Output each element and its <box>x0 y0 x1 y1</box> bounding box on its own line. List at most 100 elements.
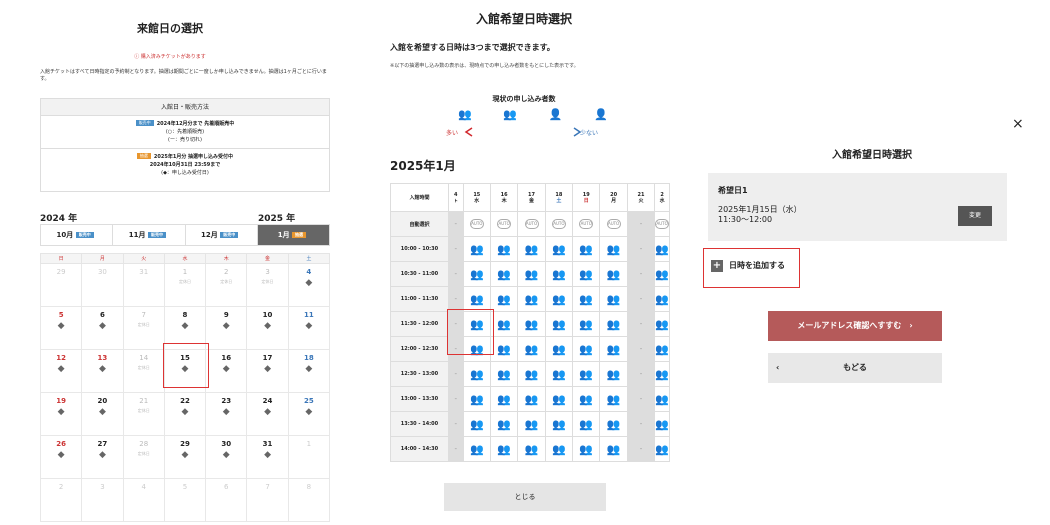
crowd-many-icon[interactable]: 👥 <box>654 236 670 262</box>
crowd-some-icon[interactable]: 👥 <box>462 361 491 387</box>
crowd-many-icon[interactable]: 👥 <box>572 286 601 312</box>
auto-select-cell[interactable]: AUTO <box>462 211 491 237</box>
crowd-some-icon[interactable]: 👥 <box>599 336 628 362</box>
crowd-some-icon[interactable]: 👥 <box>462 436 491 462</box>
crowd-many-icon[interactable]: 👥 <box>544 386 574 412</box>
crowd-some-icon[interactable]: 👥 <box>599 411 628 437</box>
month-tab-active[interactable]: 1月 抽選 <box>257 225 329 245</box>
crowd-many-icon[interactable]: 👥 <box>517 286 546 312</box>
crowd-some-icon[interactable]: 👥 <box>572 436 601 462</box>
crowd-many-icon[interactable]: 👥 <box>544 261 574 287</box>
month-tab[interactable]: 12月 販売中 <box>186 225 258 245</box>
crowd-many-icon[interactable]: 👥 <box>572 361 601 387</box>
crowd-some-icon[interactable]: 👥 <box>544 411 574 437</box>
crowd-many-icon[interactable]: 👥 <box>517 311 546 337</box>
crowd-some-icon[interactable]: 👥 <box>517 411 546 437</box>
crowd-many-icon[interactable]: 👥 <box>517 336 546 362</box>
calendar-day[interactable]: 13 ◆ <box>81 349 124 393</box>
calendar-day[interactable]: 22 ◆ <box>163 392 207 436</box>
crowd-some-icon[interactable]: 👥 <box>599 436 628 462</box>
crowd-some-icon[interactable]: 👥 <box>654 411 670 437</box>
crowd-some-icon[interactable]: 👥 <box>462 411 491 437</box>
crowd-some-icon[interactable]: 👥 <box>654 361 670 387</box>
crowd-many-icon[interactable]: 👥 <box>489 286 519 312</box>
crowd-some-icon[interactable]: 👥 <box>517 361 546 387</box>
crowd-many-icon[interactable]: 👥 <box>489 311 519 337</box>
crowd-many-icon[interactable]: 👥 <box>572 236 601 262</box>
crowd-some-icon[interactable]: 👥 <box>544 436 574 462</box>
calendar-day[interactable]: 23 ◆ <box>205 392 248 436</box>
calendar-day[interactable]: 12 ◆ <box>39 349 83 393</box>
calendar-day[interactable]: 9 ◆ <box>205 306 248 350</box>
month-tab[interactable]: 10月 販売中 <box>41 225 114 245</box>
crowd-many-icon[interactable]: 👥 <box>654 311 670 337</box>
crowd-many-icon[interactable]: 👥 <box>517 386 546 412</box>
crowd-many-icon[interactable]: 👥 <box>462 261 491 287</box>
crowd-many-icon[interactable]: 👥 <box>654 286 670 312</box>
calendar-day[interactable]: 18 ◆ <box>287 349 331 393</box>
crowd-some-icon[interactable]: 👥 <box>654 386 670 412</box>
calendar-day[interactable]: 27 ◆ <box>81 435 124 479</box>
calendar-day[interactable]: 17 ◆ <box>246 349 289 393</box>
crowd-some-icon[interactable]: 👥 <box>489 386 519 412</box>
calendar-day[interactable]: 31 ◆ <box>246 435 289 479</box>
calendar-day[interactable]: 19 ◆ <box>39 392 83 436</box>
crowd-many-icon[interactable]: 👥 <box>462 286 491 312</box>
crowd-some-icon[interactable]: 👥 <box>489 411 519 437</box>
auto-select-cell[interactable]: AUTO <box>654 211 670 237</box>
crowd-many-icon[interactable]: 👥 <box>517 236 546 262</box>
auto-select-cell[interactable]: AUTO <box>599 211 628 237</box>
close-button[interactable]: とじる <box>444 483 606 511</box>
crowd-many-icon[interactable]: 👥 <box>572 311 601 337</box>
crowd-many-icon[interactable]: 👥 <box>572 261 601 287</box>
crowd-many-icon[interactable]: 👥 <box>654 261 670 287</box>
auto-select-cell[interactable]: AUTO <box>544 211 574 237</box>
crowd-some-icon[interactable]: 👥 <box>654 336 670 362</box>
calendar-day[interactable]: 25 ◆ <box>287 392 331 436</box>
calendar-day[interactable]: 29 ◆ <box>163 435 207 479</box>
purchased-ticket-warning[interactable]: ⓘ 購入済みチケットがあります <box>0 53 340 60</box>
crowd-many-icon[interactable]: 👥 <box>572 411 601 437</box>
crowd-many-icon[interactable]: 👥 <box>517 261 546 287</box>
crowd-many-icon[interactable]: 👥 <box>544 336 574 362</box>
close-icon[interactable]: × <box>1012 116 1024 132</box>
crowd-many-icon[interactable]: 👥 <box>544 311 574 337</box>
crowd-some-icon[interactable]: 👥 <box>599 361 628 387</box>
crowd-some-icon[interactable]: 👥 <box>462 386 491 412</box>
crowd-some-icon[interactable]: 👥 <box>489 436 519 462</box>
crowd-many-icon[interactable]: 👥 <box>572 386 601 412</box>
crowd-many-icon[interactable]: 👥 <box>599 261 628 287</box>
crowd-many-icon[interactable]: 👥 <box>599 236 628 262</box>
auto-select-cell[interactable]: AUTO <box>572 211 601 237</box>
crowd-some-icon[interactable]: 👥 <box>489 361 519 387</box>
back-button[interactable]: ‹ もどる <box>768 353 942 383</box>
crowd-many-icon[interactable]: 👥 <box>599 286 628 312</box>
month-tab[interactable]: 11月 販売中 <box>113 225 186 245</box>
calendar-day[interactable]: 10 ◆ <box>246 306 289 350</box>
crowd-many-icon[interactable]: 👥 <box>544 361 574 387</box>
crowd-some-icon[interactable]: 👥 <box>654 436 670 462</box>
crowd-some-icon[interactable]: 👥 <box>489 336 519 362</box>
calendar-day[interactable]: 6 ◆ <box>81 306 124 350</box>
calendar-day[interactable]: 20 ◆ <box>81 392 124 436</box>
calendar-day[interactable]: 26 ◆ <box>39 435 83 479</box>
auto-select-cell[interactable]: AUTO <box>489 211 519 237</box>
calendar-day[interactable]: 5 ◆ <box>39 306 83 350</box>
calendar-day[interactable]: 16 ◆ <box>205 349 248 393</box>
crowd-some-icon[interactable]: 👥 <box>517 436 546 462</box>
crowd-many-icon[interactable]: 👥 <box>462 236 491 262</box>
crowd-many-icon[interactable]: 👥 <box>599 311 628 337</box>
crowd-many-icon[interactable]: 👥 <box>544 286 574 312</box>
calendar-day[interactable]: 30 ◆ <box>205 435 248 479</box>
add-datetime-button[interactable]: + 日時を追加する <box>711 260 785 272</box>
change-button[interactable]: 変更 <box>958 206 992 226</box>
calendar-day[interactable]: 11 ◆ <box>287 306 331 350</box>
crowd-some-icon[interactable]: 👥 <box>599 386 628 412</box>
crowd-many-icon[interactable]: 👥 <box>572 336 601 362</box>
auto-select-cell[interactable]: AUTO <box>517 211 546 237</box>
proceed-email-button[interactable]: メールアドレス確認へすすむ › <box>768 311 942 341</box>
calendar-day[interactable]: 24 ◆ <box>246 392 289 436</box>
calendar-day[interactable]: 4 ◆ <box>287 263 331 307</box>
crowd-many-icon[interactable]: 👥 <box>489 236 519 262</box>
crowd-many-icon[interactable]: 👥 <box>544 236 574 262</box>
